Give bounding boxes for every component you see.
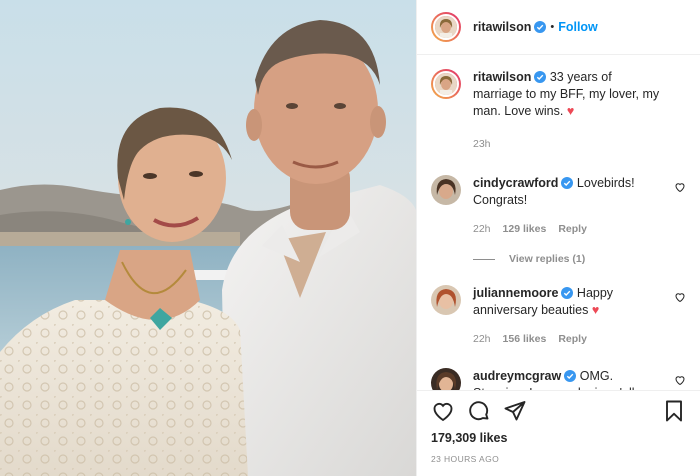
caption-body: ritawilson 33 years of marriage to my BF… [473,69,686,153]
red-heart-emoji: ♥ [591,303,600,317]
comment-likes[interactable]: 156 likes [503,331,547,348]
comment-item: julianne­moore Happy anniversary beautie… [431,285,686,348]
verified-badge-icon [534,21,547,33]
replies-divider [473,258,495,260]
like-comment-heart-icon[interactable] [674,291,686,303]
comment-item: audreymcgraw OMG. Stunning. Love and mis… [431,368,686,390]
comment-body: audreymcgraw OMG. Stunning. Love and mis… [473,368,686,390]
view-replies-label: View replies (1) [509,253,586,265]
post-photo[interactable] [0,0,416,476]
avatar-illustration [435,73,457,95]
follow-button[interactable]: Follow [558,20,598,34]
commenter-avatar[interactable] [431,175,461,205]
comment-username[interactable]: julianne­moore [473,286,558,300]
caption-username[interactable]: ritawilson [473,70,531,84]
commenter-avatar[interactable] [431,368,461,390]
post-sidebar: ritawilson • Follow ritawilson 33 years … [416,0,700,476]
comment-icon[interactable] [467,399,491,423]
like-count[interactable]: 179,309 likes [431,431,686,445]
verified-badge-icon [561,177,574,189]
post-header: ritawilson • Follow [417,0,700,55]
caption: ritawilson 33 years of marriage to my BF… [431,69,686,153]
bookmark-icon[interactable] [662,399,686,423]
reply-button[interactable]: Reply [558,221,587,238]
comment-age[interactable]: 22h [473,331,491,348]
red-heart-emoji: ♥ [566,104,575,118]
verified-badge-icon [534,71,547,83]
author-avatar[interactable] [431,69,461,99]
caption-age[interactable]: 23h [473,136,491,153]
commenter-avatar[interactable] [431,285,461,315]
comment-username[interactable]: audreymcgraw [473,369,561,383]
avatar-illustration [431,368,461,390]
comment-likes[interactable]: 129 likes [503,221,547,238]
reply-button[interactable]: Reply [558,331,587,348]
avatar-illustration [435,16,457,38]
like-comment-heart-icon[interactable] [674,181,686,193]
comment-body: julianne­moore Happy anniversary beautie… [473,285,686,348]
comments-list[interactable]: ritawilson 33 years of marriage to my BF… [417,56,700,390]
comment-body: cindycrawford Lovebirds! Congrats! 22h 1… [473,175,686,238]
verified-badge-icon [564,370,577,382]
author-username[interactable]: ritawilson [473,20,531,34]
post-actions: 179,309 likes 23 HOURS AGO [417,390,700,476]
author-avatar[interactable] [431,12,461,42]
avatar-illustration [431,175,461,205]
avatar-illustration [431,285,461,315]
instagram-post: ritawilson • Follow ritawilson 33 years … [0,0,700,476]
view-replies-button[interactable]: View replies (1) [473,253,686,265]
share-icon[interactable] [503,399,527,423]
separator-dot: • [550,21,555,33]
comment-item: cindycrawford Lovebirds! Congrats! 22h 1… [431,175,686,238]
like-comment-heart-icon[interactable] [674,374,686,386]
heart-icon[interactable] [431,399,455,423]
comment-age[interactable]: 22h [473,221,491,238]
couple-photo-illustration [0,0,416,476]
action-icons [431,391,686,431]
comment-username[interactable]: cindycrawford [473,176,558,190]
post-timestamp[interactable]: 23 HOURS AGO [431,454,686,464]
verified-badge-icon [561,287,574,299]
